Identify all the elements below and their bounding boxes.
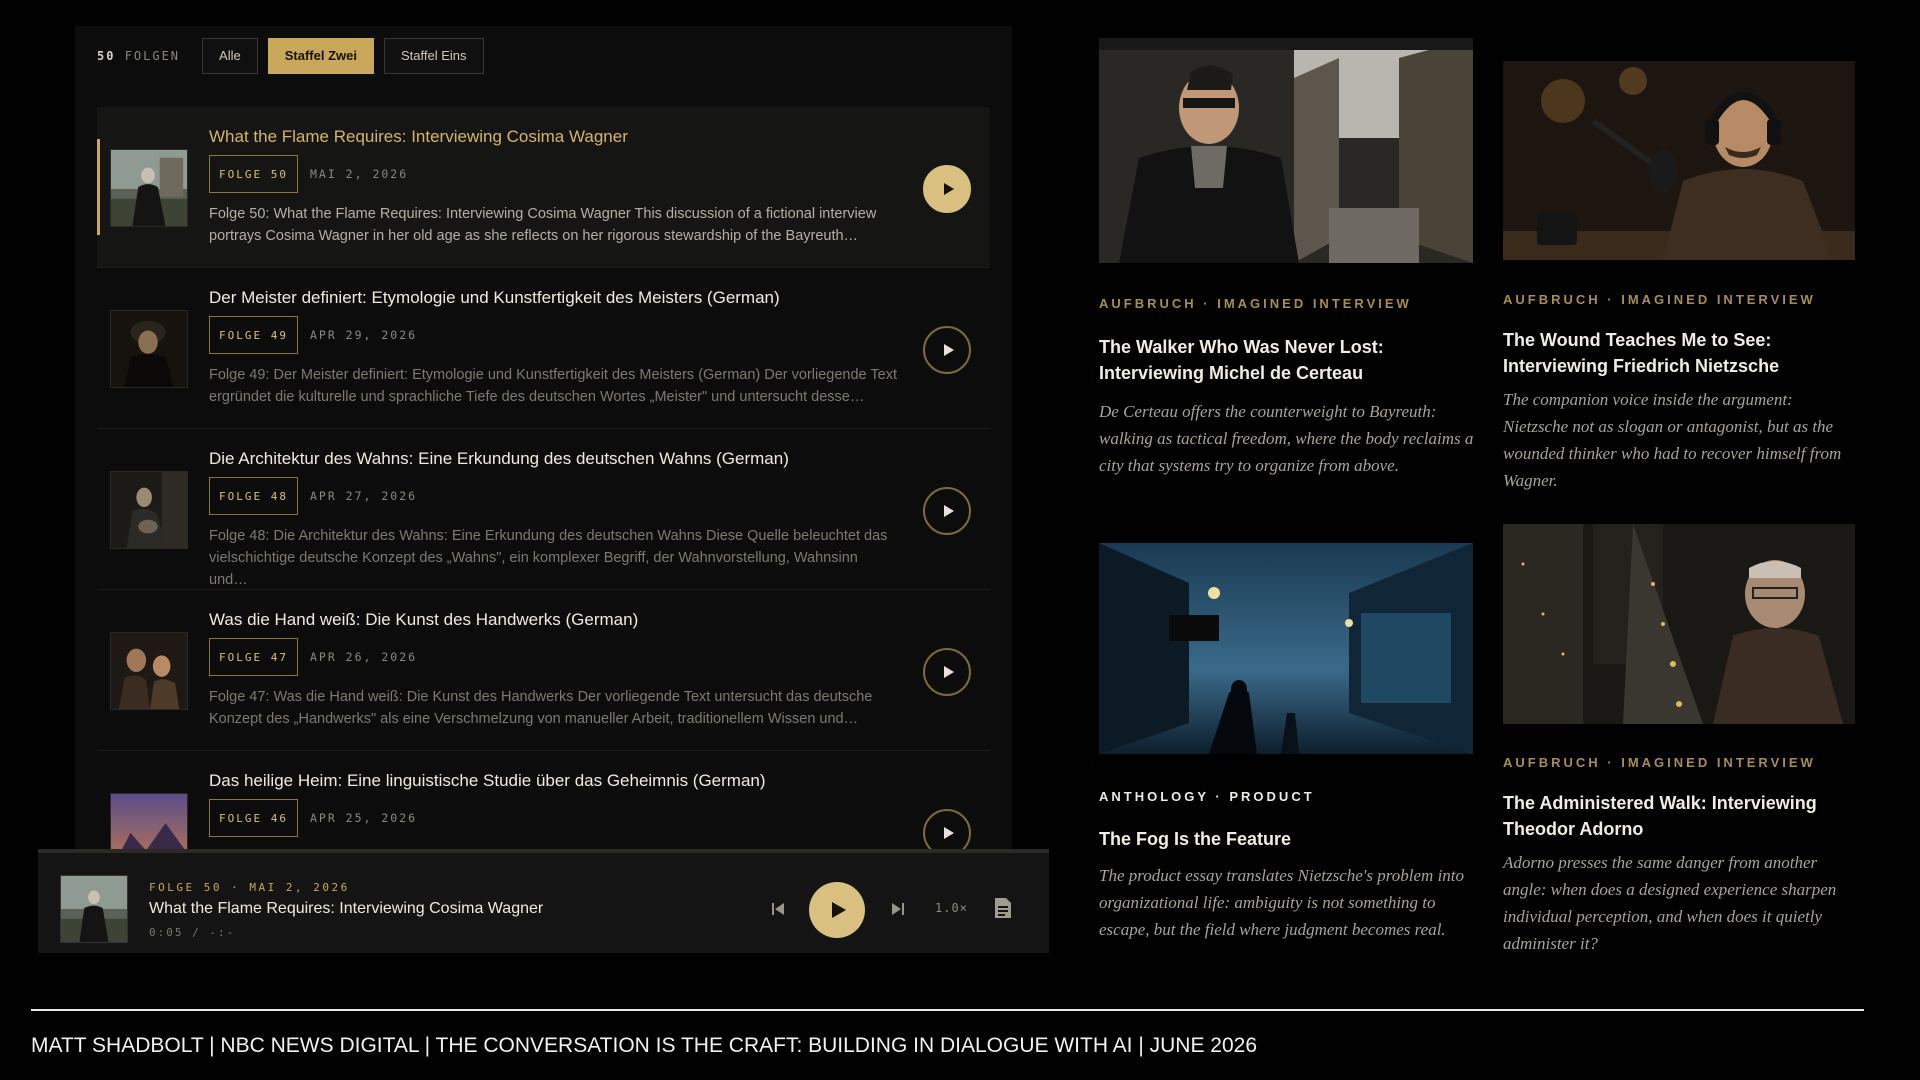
filter-chip-staffel-eins[interactable]: Staffel Eins bbox=[383, 37, 484, 74]
card-image-adorno[interactable] bbox=[1503, 524, 1855, 724]
card-kicker: AUFBRUCH · IMAGINED INTERVIEW bbox=[1099, 296, 1412, 311]
audio-player: FOLGE 50 · MAI 2, 2026 What the Flame Re… bbox=[38, 849, 1049, 953]
episode-title[interactable]: Das heilige Heim: Eine linguistische Stu… bbox=[209, 771, 766, 791]
play-icon bbox=[943, 183, 954, 195]
player-episode-meta: FOLGE 50 · MAI 2, 2026 bbox=[149, 881, 350, 894]
main-play-button[interactable] bbox=[809, 882, 865, 938]
episode-description: Folge 47: Was die Hand weiß: Die Kunst d… bbox=[209, 689, 873, 727]
episode-play-button[interactable] bbox=[923, 809, 971, 853]
episode-meta: FOLGE 46 APR 25, 2026 bbox=[209, 799, 417, 837]
card-description: The companion voice inside the argument:… bbox=[1503, 390, 1842, 490]
episode-date: APR 29, 2026 bbox=[309, 328, 418, 342]
episode-thumbnail bbox=[110, 310, 188, 388]
play-icon bbox=[831, 902, 846, 918]
play-icon bbox=[943, 505, 954, 517]
card-title[interactable]: The Walker Who Was Never Lost: Interview… bbox=[1099, 334, 1469, 386]
card-image-fog[interactable] bbox=[1099, 543, 1473, 754]
episode-title[interactable]: Die Architektur des Wahns: Eine Erkundun… bbox=[209, 449, 789, 469]
episode-number-badge: FOLGE 49 bbox=[209, 316, 298, 354]
episode-item[interactable]: Der Meister definiert: Etymologie und Ku… bbox=[97, 268, 990, 429]
episode-meta: FOLGE 49 APR 29, 2026 bbox=[209, 316, 417, 354]
play-icon bbox=[943, 666, 954, 678]
card-kicker: AUFBRUCH · IMAGINED INTERVIEW bbox=[1503, 755, 1816, 770]
episode-meta: FOLGE 47 APR 26, 2026 bbox=[209, 638, 417, 676]
episode-list: What the Flame Requires: Interviewing Co… bbox=[97, 107, 990, 853]
episode-item[interactable]: Das heilige Heim: Eine linguistische Stu… bbox=[97, 751, 990, 853]
card-title[interactable]: The Fog Is the Feature bbox=[1099, 826, 1469, 852]
episode-title[interactable]: What the Flame Requires: Interviewing Co… bbox=[209, 127, 628, 147]
episode-meta: FOLGE 50 MAI 2, 2026 bbox=[209, 155, 408, 193]
episode-description: Folge 50: What the Flame Requires: Inter… bbox=[209, 206, 877, 244]
episode-play-button[interactable] bbox=[923, 326, 971, 374]
episode-item[interactable]: Die Architektur des Wahns: Eine Erkundun… bbox=[97, 429, 990, 590]
filter-bar: 50 FOLGEN Alle Staffel Zwei Staffel Eins bbox=[97, 37, 494, 74]
playback-speed[interactable]: 1.0× bbox=[935, 901, 968, 915]
episode-date: APR 26, 2026 bbox=[309, 650, 418, 664]
filter-chip-staffel-zwei[interactable]: Staffel Zwei bbox=[267, 37, 374, 74]
episode-title[interactable]: Der Meister definiert: Etymologie und Ku… bbox=[209, 288, 780, 308]
episode-panel: 50 FOLGEN Alle Staffel Zwei Staffel Eins… bbox=[75, 26, 1012, 853]
episode-number-badge: FOLGE 46 bbox=[209, 799, 298, 837]
episode-date: APR 27, 2026 bbox=[309, 489, 418, 503]
card-title[interactable]: The Administered Walk: Interviewing Theo… bbox=[1503, 790, 1853, 842]
filter-chip-alle[interactable]: Alle bbox=[202, 37, 258, 74]
previous-button[interactable] bbox=[766, 897, 790, 921]
card-description: Adorno presses the same danger from anot… bbox=[1503, 853, 1837, 953]
skip-previous-icon bbox=[772, 903, 784, 915]
episode-number-badge: FOLGE 50 bbox=[209, 155, 298, 193]
episode-number-badge: FOLGE 47 bbox=[209, 638, 298, 676]
player-artwork bbox=[60, 875, 128, 943]
episode-meta: FOLGE 48 APR 27, 2026 bbox=[209, 477, 417, 515]
card-description: The product essay translates Nietzsche's… bbox=[1099, 866, 1465, 939]
next-button[interactable] bbox=[886, 897, 910, 921]
episode-count: 50 FOLGEN bbox=[97, 48, 181, 63]
episode-item[interactable]: Was die Hand weiß: Die Kunst des Handwer… bbox=[97, 590, 990, 751]
footer-caption: MATT SHADBOLT | NBC NEWS DIGITAL | THE C… bbox=[31, 1034, 1258, 1057]
episode-play-button[interactable] bbox=[923, 487, 971, 535]
episode-thumbnail bbox=[110, 793, 188, 853]
episode-date: MAI 2, 2026 bbox=[309, 167, 409, 181]
transcript-button[interactable] bbox=[991, 895, 1015, 921]
skip-next-icon bbox=[892, 903, 904, 915]
episode-description: Folge 48: Die Architektur des Wahns: Ein… bbox=[209, 528, 888, 588]
player-episode-title: What the Flame Requires: Interviewing Co… bbox=[149, 900, 544, 917]
card-description: De Certeau offers the counterweight to B… bbox=[1099, 402, 1474, 475]
episode-thumbnail bbox=[110, 149, 188, 227]
card-image-nietzsche[interactable] bbox=[1503, 61, 1855, 260]
player-time: 0:05 / -:- bbox=[149, 926, 236, 939]
card-kicker: AUFBRUCH · IMAGINED INTERVIEW bbox=[1503, 292, 1816, 307]
episode-item[interactable]: What the Flame Requires: Interviewing Co… bbox=[97, 107, 990, 268]
episode-thumbnail bbox=[110, 632, 188, 710]
play-icon bbox=[943, 827, 954, 839]
episode-play-button[interactable] bbox=[923, 648, 971, 696]
episode-description: Folge 49: Der Meister definiert: Etymolo… bbox=[209, 367, 897, 405]
play-icon bbox=[943, 344, 954, 356]
episode-thumbnail bbox=[110, 471, 188, 549]
episode-title[interactable]: Was die Hand weiß: Die Kunst des Handwer… bbox=[209, 610, 638, 630]
card-kicker: ANTHOLOGY · PRODUCT bbox=[1099, 789, 1315, 804]
footer-divider bbox=[31, 1009, 1864, 1011]
episode-date: APR 25, 2026 bbox=[309, 811, 418, 825]
episode-number-badge: FOLGE 48 bbox=[209, 477, 298, 515]
document-icon bbox=[995, 898, 1011, 918]
episode-play-button[interactable] bbox=[923, 165, 971, 213]
card-image-de-certeau[interactable] bbox=[1099, 38, 1473, 263]
card-title[interactable]: The Wound Teaches Me to See: Interviewin… bbox=[1503, 327, 1853, 379]
